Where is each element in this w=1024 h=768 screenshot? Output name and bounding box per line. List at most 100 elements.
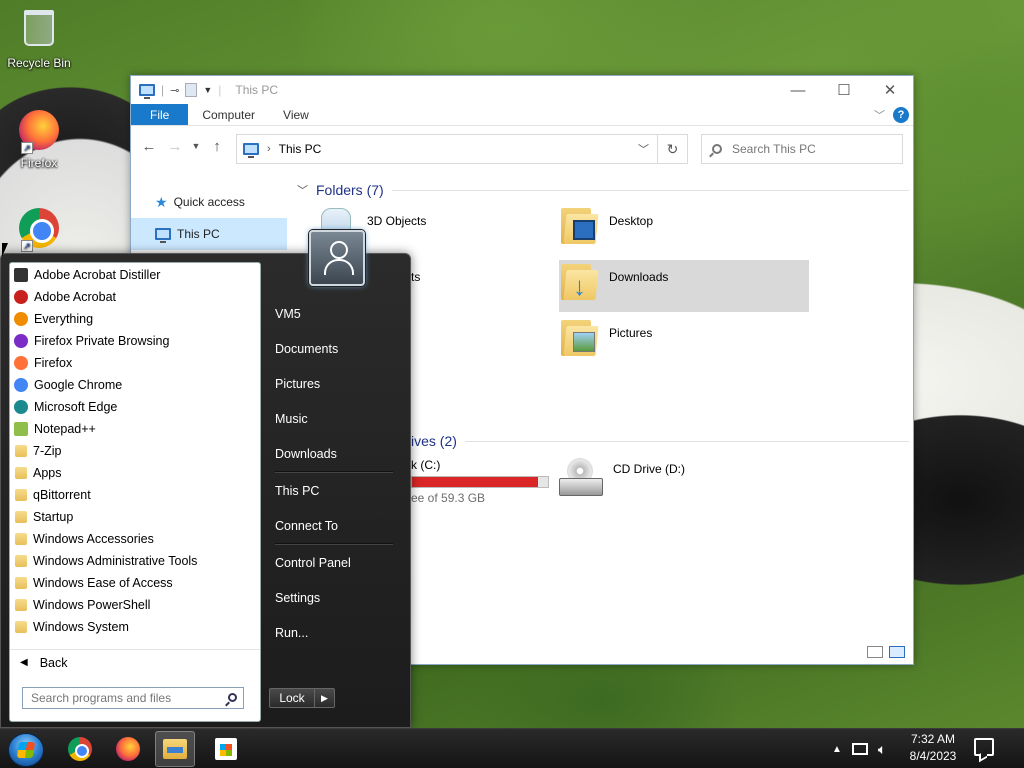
back-button[interactable]: ◀ Back [10, 649, 260, 675]
start-right-item-connect-to[interactable]: Connect To [263, 508, 403, 543]
taskbar-firefox[interactable] [108, 731, 148, 767]
start-button[interactable] [8, 733, 44, 767]
start-right-item-music[interactable]: Music [263, 401, 403, 436]
program-label: Microsoft Edge [34, 400, 118, 414]
window-title: This PC [235, 83, 279, 97]
start-program-item[interactable]: Windows Ease of Access [10, 572, 260, 594]
start-program-item[interactable]: Adobe Acrobat Distiller [10, 264, 260, 286]
start-program-item[interactable]: Windows Accessories [10, 528, 260, 550]
ribbon-tabs: File Computer View ﹀ ? [131, 104, 913, 126]
drive-c[interactable]: k (C:) ee of 59.3 GB [411, 458, 551, 508]
start-program-item[interactable]: Everything [10, 308, 260, 330]
folder-documents-partial[interactable]: ts [411, 260, 471, 310]
customize-toolbar-chevron-icon[interactable]: ▼ [203, 85, 212, 95]
start-program-item[interactable]: Firefox Private Browsing [10, 330, 260, 352]
maximize-button[interactable]: ☐ [821, 76, 867, 104]
show-hidden-icons-chevron-icon[interactable]: ▲ [832, 744, 842, 755]
properties-icon[interactable]: ⊸ [170, 84, 179, 97]
minimize-button[interactable]: — [775, 76, 821, 104]
start-right-item-run[interactable]: Run... [263, 615, 403, 650]
navigation-pane: ★ Quick access This PC [131, 186, 287, 250]
forward-arrow-icon[interactable]: → [165, 138, 185, 155]
start-right-item-vm5[interactable]: VM5 [263, 296, 403, 331]
program-label: Startup [33, 510, 74, 524]
help-icon[interactable]: ? [893, 106, 909, 123]
expand-ribbon-chevron-icon[interactable]: ﹀ [874, 107, 885, 123]
folder-pictures[interactable]: Pictures [559, 316, 809, 366]
recent-locations-chevron-icon[interactable]: ▼ [191, 141, 201, 151]
nav-item-label: This PC [177, 227, 220, 241]
folder-label: Pictures [609, 326, 653, 340]
start-program-item[interactable]: Windows PowerShell [10, 594, 260, 616]
start-program-item[interactable]: Windows Administrative Tools [10, 550, 260, 572]
folder-desktop[interactable]: Desktop [559, 204, 809, 254]
start-program-item[interactable]: Windows System [10, 616, 260, 638]
drive-free-space: ee of 59.3 GB [411, 491, 486, 505]
lock-button[interactable]: Lock [269, 688, 315, 708]
search-input[interactable]: Search This PC [701, 134, 903, 164]
nav-item-this-pc[interactable]: This PC [131, 218, 287, 250]
start-right-item-pictures[interactable]: Pictures [263, 366, 403, 401]
group-title: ives (2) [411, 433, 457, 449]
new-folder-icon[interactable] [185, 83, 198, 97]
folder-icon [15, 467, 27, 479]
program-label: Google Chrome [34, 378, 123, 392]
refresh-button[interactable]: ↻ [658, 134, 688, 164]
start-right-item-downloads[interactable]: Downloads [263, 436, 403, 471]
network-icon[interactable] [851, 743, 868, 755]
desktop-icon-chrome[interactable]: ↗ [1, 206, 77, 254]
start-program-item[interactable]: Startup [10, 506, 260, 528]
folder-icon [15, 511, 27, 523]
shortcut-arrow-icon: ↗ [21, 142, 33, 154]
volume-icon[interactable]: 🔈︎ [878, 741, 886, 758]
details-view-icon[interactable] [867, 646, 883, 658]
desktop-icon-recycle-bin[interactable]: Recycle Bin [1, 6, 77, 70]
taskbar-file-explorer[interactable] [155, 731, 195, 767]
program-label: Windows Administrative Tools [33, 554, 198, 568]
close-button[interactable]: ✕ [867, 76, 913, 104]
drive-d[interactable]: CD Drive (D:) [559, 458, 809, 508]
desktop-icon-firefox[interactable]: ↗ Firefox [1, 108, 77, 170]
taskbar-store[interactable] [206, 731, 246, 767]
start-program-item[interactable]: Firefox [10, 352, 260, 374]
power-options-arrow-icon[interactable]: ▶ [315, 688, 335, 708]
folders-group-header[interactable]: ﹀ Folders (7) [297, 182, 909, 198]
address-bar[interactable]: › This PC ﹀ [236, 134, 658, 164]
start-program-item[interactable]: Microsoft Edge [10, 396, 260, 418]
search-placeholder: Search This PC [732, 142, 816, 156]
up-arrow-icon[interactable]: ↑ [207, 138, 227, 155]
start-program-item[interactable]: Apps [10, 462, 260, 484]
desktop-folder-icon [559, 204, 599, 246]
programs-search-input[interactable]: Search programs and files [22, 687, 244, 709]
folder-label: 3D Objects [367, 214, 427, 228]
action-center-icon[interactable] [974, 738, 994, 756]
nav-item-quick-access[interactable]: ★ Quick access [131, 186, 287, 218]
taskbar-clock[interactable]: 7:32 AM 8/4/2023 [898, 731, 968, 765]
programs-list: Adobe Acrobat Distiller Adobe Acrobat Ever… [10, 263, 260, 638]
drives-group-header[interactable]: ives (2) [411, 433, 909, 449]
folder-downloads[interactable]: ↓ Downloads [559, 260, 809, 312]
taskbar-chrome[interactable] [60, 731, 100, 767]
this-pc-icon [155, 228, 171, 243]
tab-computer[interactable]: Computer [188, 104, 269, 125]
firefox-private-icon [14, 334, 28, 348]
program-label: Firefox Private Browsing [34, 334, 170, 348]
large-icons-view-icon[interactable] [889, 646, 905, 658]
tab-view[interactable]: View [269, 104, 323, 125]
address-dropdown-icon[interactable]: ﹀ [638, 141, 649, 157]
start-program-item[interactable]: Google Chrome [10, 374, 260, 396]
start-program-item[interactable]: qBittorrent [10, 484, 260, 506]
folder-label: Desktop [609, 214, 654, 228]
system-tray: ▲ 🔈︎ [832, 729, 886, 768]
user-avatar[interactable] [309, 230, 365, 286]
start-program-item[interactable]: 7-Zip [10, 440, 260, 462]
start-right-item-control-panel[interactable]: Control Panel [263, 545, 403, 580]
start-right-item-documents[interactable]: Documents [263, 331, 403, 366]
start-right-item-this-pc[interactable]: This PC [263, 473, 403, 508]
pictures-folder-icon [559, 316, 599, 358]
start-program-item[interactable]: Notepad++ [10, 418, 260, 440]
start-right-item-settings[interactable]: Settings [263, 580, 403, 615]
back-arrow-icon[interactable]: ← [139, 138, 159, 155]
start-program-item[interactable]: Adobe Acrobat [10, 286, 260, 308]
tab-file[interactable]: File [131, 104, 189, 125]
